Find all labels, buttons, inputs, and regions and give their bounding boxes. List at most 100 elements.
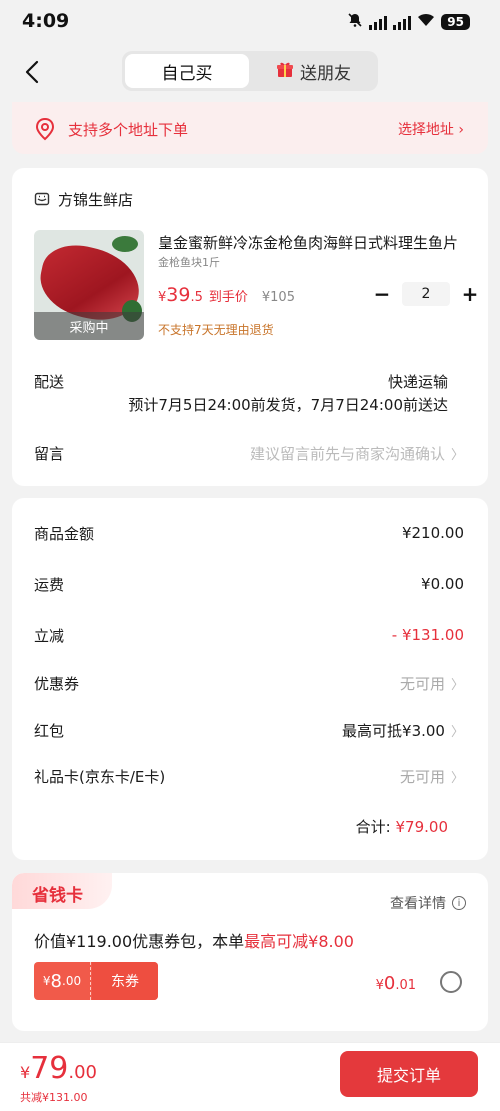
price-currency: ¥	[158, 290, 167, 305]
message-placeholder: 建议留言前先与商家沟通确认	[249, 445, 445, 463]
coupon-amount: ¥ 8 .00	[34, 962, 90, 1000]
redpacket-value-text: 最高可抵¥3.00	[342, 721, 445, 740]
status-bar: 4:09 95	[0, 0, 500, 44]
freight-value: ¥0.00	[421, 575, 464, 593]
product-title[interactable]: 皇金蜜新鲜冷冻金枪鱼肉海鲜日式料理生鱼片	[158, 232, 470, 253]
info-icon: i	[452, 896, 466, 910]
quantity-stepper: − 2 +	[370, 282, 482, 306]
freight-label: 运费	[34, 575, 65, 594]
qty-plus-button[interactable]: +	[458, 282, 482, 306]
product-spec: 金枪鱼块1斤	[158, 256, 220, 269]
goods-amount-row: 商品金额 ¥210.00	[34, 522, 464, 544]
saver-desc-prefix: 价值¥119.00优惠券包，本单	[34, 932, 245, 951]
mute-bell-icon	[347, 12, 363, 32]
message-label: 留言	[34, 445, 65, 463]
pay-currency: ¥	[20, 1063, 31, 1082]
shop-name[interactable]: 方锦生鲜店	[58, 189, 133, 210]
message-field[interactable]: 建议留言前先与商家沟通确认〉	[250, 443, 464, 464]
coupon-value-text: 无可用	[399, 674, 445, 693]
chevron-left-icon	[25, 60, 39, 84]
discount-value: - ¥131.00	[391, 626, 464, 644]
saver-card: 省钱卡 查看详情 i 价值¥119.00优惠券包，本单最高可减¥8.00 ¥ 8…	[12, 873, 488, 1031]
location-pin-icon	[34, 117, 56, 145]
status-time: 4:09	[22, 10, 70, 32]
herb-garnish	[112, 236, 138, 252]
redpacket-row[interactable]: 红包 最高可抵¥3.00 〉	[34, 719, 464, 741]
product-price: ¥ 39 .5 到手价 ¥105	[158, 284, 295, 306]
saver-detail-label: 查看详情	[390, 896, 446, 912]
purchase-mode-toggle: 自己买 送朋友	[122, 51, 378, 91]
goods-label: 商品金额	[34, 524, 95, 543]
select-address-link[interactable]: 选择地址 ›	[398, 119, 464, 139]
purchasing-badge: 采购中	[34, 312, 144, 340]
tab-gift[interactable]: 送朋友	[252, 54, 375, 88]
nav-bar: 自己买 送朋友	[0, 44, 500, 102]
pay-total: ¥ 79 .00	[20, 1051, 97, 1086]
coupon-int: 8	[50, 970, 62, 992]
coupon-value: 无可用〉	[400, 673, 464, 694]
tab-self[interactable]: 自己买	[125, 54, 249, 88]
pay-saved: 共减¥131.00	[20, 1091, 88, 1104]
chevron-right-icon: 〉	[450, 677, 464, 693]
shop-icon	[34, 191, 50, 211]
no-return-notice: 不支持7天无理由退货	[158, 323, 274, 337]
giftcard-label: 礼品卡(京东卡/E卡)	[34, 767, 166, 786]
coupon-currency: ¥	[42, 974, 51, 988]
redpacket-value: 最高可抵¥3.00 〉	[342, 720, 464, 741]
saver-price-int: 0	[383, 973, 396, 994]
pay-int: 79	[30, 1051, 69, 1086]
price-int: 39	[166, 284, 191, 306]
chevron-right-icon: 〉	[450, 770, 464, 786]
tab-gift-label: 送朋友	[300, 63, 351, 84]
original-price: ¥105	[261, 290, 295, 305]
gift-icon	[276, 60, 294, 83]
pay-dec: .00	[68, 1062, 98, 1083]
discount-row: 立减 - ¥131.00	[34, 624, 464, 646]
back-button[interactable]	[20, 56, 50, 88]
giftcard-value: 无可用〉	[400, 766, 464, 787]
product-image[interactable]: 采购中	[34, 230, 144, 340]
giftcard-row[interactable]: 礼品卡(京东卡/E卡) 无可用〉	[34, 765, 464, 787]
price-dec: .5	[190, 290, 203, 305]
price-tag: 到手价	[208, 290, 248, 305]
summary-total: 合计: ¥79.00	[356, 816, 448, 837]
battery-icon: 95	[441, 14, 470, 30]
giftcard-value-text: 无可用	[399, 767, 445, 786]
price-summary: 商品金额 ¥210.00 运费 ¥0.00 立减 - ¥131.00 优惠券 无…	[12, 498, 488, 860]
shipping-eta: 预计7月5日24:00前发货，7月7日24:00前送达	[128, 396, 448, 414]
coupon-label: 优惠券	[34, 674, 80, 693]
saver-price-currency: ¥	[375, 978, 384, 993]
status-icons: 95	[347, 12, 470, 32]
saver-desc-highlight: 最高可减¥8.00	[244, 932, 354, 951]
address-notice: 支持多个地址下单	[68, 121, 189, 139]
signal-icon-2	[393, 14, 412, 30]
address-banner[interactable]: 支持多个地址下单 选择地址 ›	[12, 102, 488, 154]
coupon-row[interactable]: 优惠券 无可用〉	[34, 672, 464, 694]
signal-icon	[369, 14, 388, 30]
saver-price-dec: .01	[395, 978, 416, 993]
saver-description: 价值¥119.00优惠券包，本单最高可减¥8.00	[34, 928, 354, 952]
order-card: 方锦生鲜店 采购中 皇金蜜新鲜冷冻金枪鱼肉海鲜日式料理生鱼片 金枪鱼块1斤 ¥ …	[12, 168, 488, 486]
saver-detail-link[interactable]: 查看详情 i	[390, 893, 466, 913]
qty-input[interactable]: 2	[402, 282, 450, 306]
chevron-right-icon: 〉	[450, 724, 464, 740]
chevron-right-icon: 〉	[450, 448, 464, 463]
coupon-tag: 东券	[92, 962, 158, 1000]
coupon-dec: .00	[62, 974, 82, 988]
freight-row: 运费 ¥0.00	[34, 573, 464, 595]
qty-minus-button[interactable]: −	[370, 282, 394, 306]
shipping-method[interactable]: 快递运输	[388, 371, 448, 392]
submit-order-button[interactable]: 提交订单	[340, 1051, 478, 1097]
saver-title: 省钱卡	[32, 886, 83, 906]
wifi-icon	[417, 13, 435, 31]
saver-price: ¥ 0 .01	[376, 973, 416, 994]
shipping-label: 配送	[34, 373, 65, 391]
saver-radio[interactable]	[440, 971, 462, 993]
discount-label: 立减	[34, 626, 65, 645]
total-value: ¥79.00	[395, 818, 449, 836]
checkout-bar: ¥ 79 .00 共减¥131.00 提交订单	[0, 1042, 500, 1111]
redpacket-label: 红包	[34, 721, 65, 740]
goods-value: ¥210.00	[401, 524, 464, 542]
saver-coupon: ¥ 8 .00 东券	[34, 962, 158, 1000]
total-label: 合计:	[355, 818, 391, 836]
